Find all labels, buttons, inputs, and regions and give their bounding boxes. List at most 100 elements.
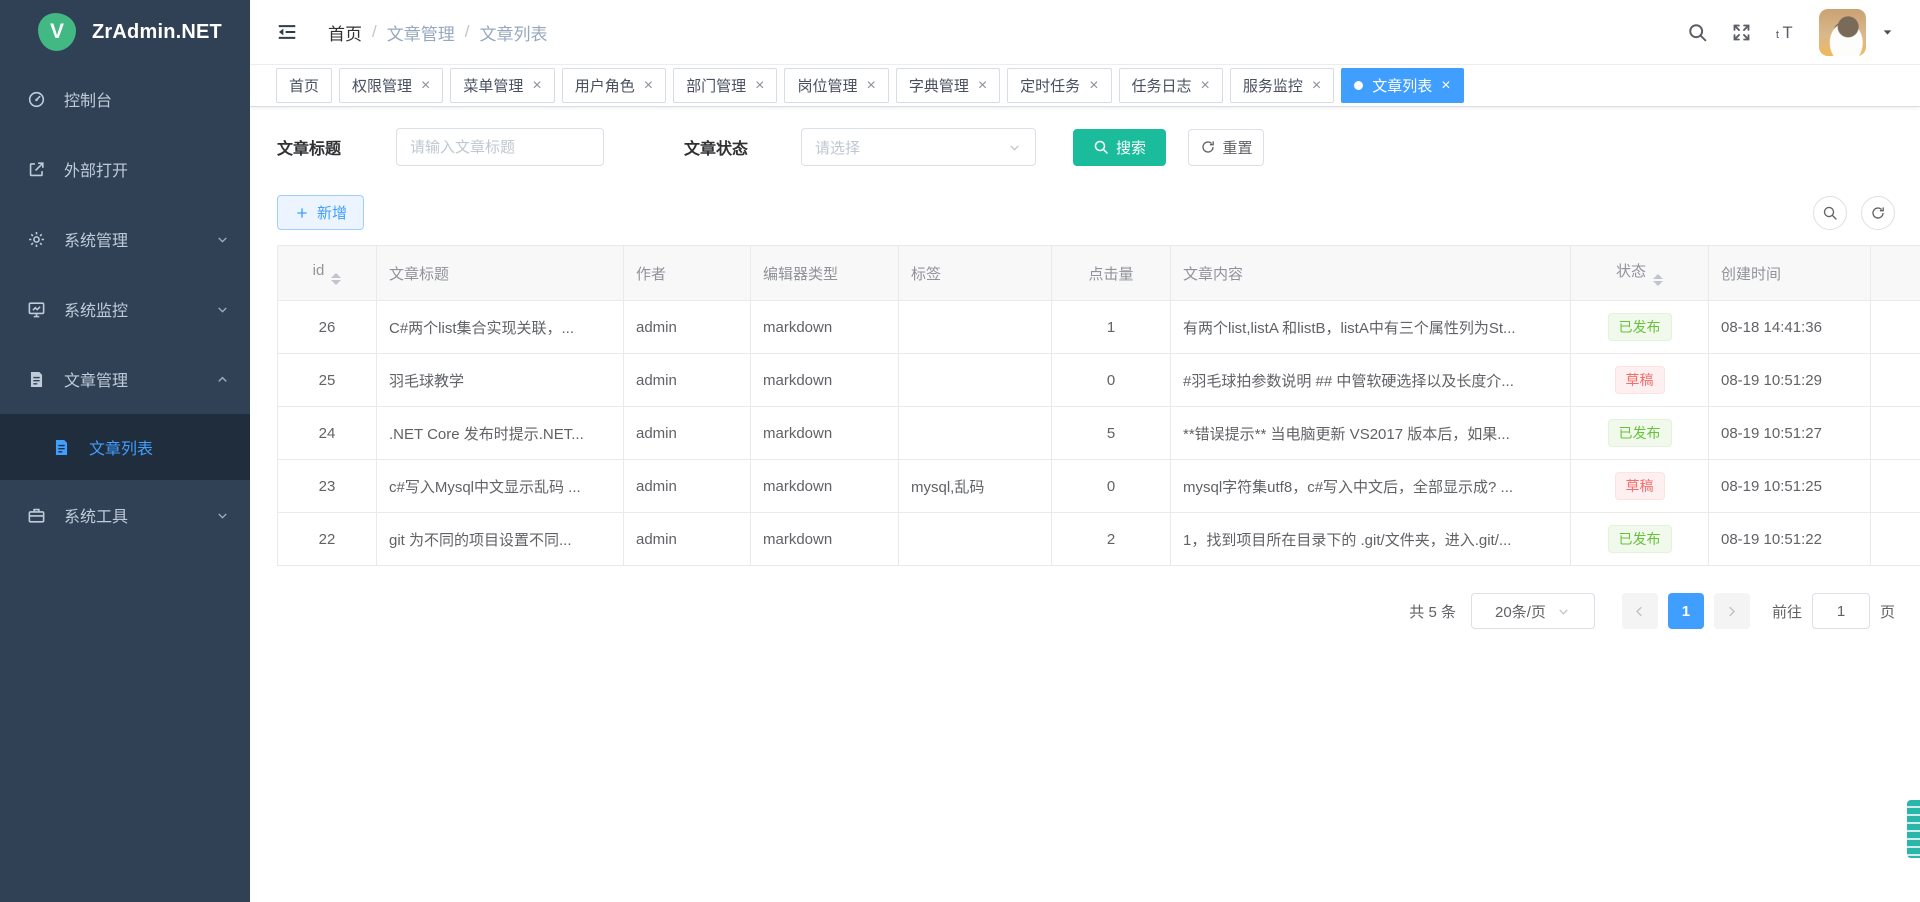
chevron-down-icon <box>215 302 230 317</box>
sidebar-item-tools[interactable]: 系统工具 <box>0 480 250 550</box>
refresh-button[interactable] <box>1861 196 1895 230</box>
chevron-down-icon <box>1556 604 1571 619</box>
column-header-id[interactable]: id <box>278 246 377 301</box>
sidebar-item-label: 文章管理 <box>64 367 128 391</box>
column-header-content: 文章内容 <box>1171 246 1571 301</box>
article-title-input[interactable] <box>396 128 604 166</box>
close-icon[interactable]: × <box>1312 78 1321 94</box>
sort-caret[interactable] <box>331 273 341 285</box>
tab-item[interactable]: 部门管理 × <box>673 68 777 103</box>
tab-item[interactable]: 菜单管理× <box>450 68 554 103</box>
status-badge: 已发布 <box>1608 313 1672 341</box>
cell-editor: markdown <box>751 513 899 566</box>
floating-handle[interactable] <box>1907 800 1920 858</box>
search-icon[interactable] <box>1687 22 1708 43</box>
logo-icon: V <box>38 13 76 51</box>
close-icon[interactable]: × <box>1201 78 1210 94</box>
tab-item[interactable]: 权限管理× <box>339 68 443 103</box>
cell-editor: markdown <box>751 407 899 460</box>
cell-tags <box>899 407 1052 460</box>
pagination: 共 5 条 20条/页 1 前往 页 <box>277 593 1895 629</box>
close-icon[interactable]: × <box>978 78 987 94</box>
page-size-select[interactable]: 20条/页 <box>1471 593 1595 629</box>
tab-item[interactable]: 文章列表 × <box>1341 68 1463 103</box>
svg-text:T: T <box>1782 22 1792 41</box>
sidebar-item-article-list[interactable]: 文章列表 <box>0 414 250 480</box>
sidebar-item-label: 外部打开 <box>64 157 128 181</box>
search-toggle-button[interactable] <box>1813 196 1847 230</box>
column-label: 点击量 <box>1088 266 1133 283</box>
status-badge: 草稿 <box>1615 472 1665 500</box>
tab-item[interactable]: 服务监控× <box>1230 68 1334 103</box>
sidebar-item-monitor[interactable]: 系统监控 <box>0 274 250 344</box>
goto-page-input[interactable] <box>1812 593 1870 629</box>
cell-editor: markdown <box>751 354 899 407</box>
app-logo[interactable]: V ZrAdmin.NET <box>0 0 250 64</box>
cell-id: 22 <box>278 513 377 566</box>
sidebar-submenu: 文章列表 <box>0 414 250 480</box>
close-icon[interactable]: × <box>866 78 875 94</box>
tab-item[interactable]: 首页 <box>276 68 332 103</box>
tab-item[interactable]: 用户角色× <box>562 68 666 103</box>
tab-item[interactable]: 任务日志× <box>1119 68 1223 103</box>
fullscreen-icon[interactable] <box>1731 22 1752 43</box>
close-icon[interactable]: × <box>1089 78 1098 94</box>
next-page-button[interactable] <box>1714 593 1750 629</box>
cell-actions: 编辑删除 <box>1871 513 1920 566</box>
tab-item[interactable]: 岗位管理× <box>784 68 888 103</box>
cell-clicks: 1 <box>1052 301 1171 354</box>
dashboard-icon <box>27 90 46 109</box>
tab-label: 部门管理 <box>686 75 746 96</box>
tab-label: 文章列表 <box>1372 75 1432 96</box>
breadcrumb-home[interactable]: 首页 <box>328 20 362 45</box>
cell-actions: 编辑删除 <box>1871 407 1920 460</box>
column-header-title: 文章标题 <box>377 246 624 301</box>
status-badge: 已发布 <box>1608 419 1672 447</box>
cell-tags: mysql,乱码 <box>899 460 1052 513</box>
close-icon[interactable]: × <box>532 78 541 94</box>
chevron-down-icon <box>1007 140 1022 155</box>
sidebar-item-external[interactable]: 外部打开 <box>0 134 250 204</box>
cell-content: mysql字符集utf8，c#写入中文后，全部显示成? ... <box>1171 460 1571 513</box>
column-label: 标签 <box>911 266 941 283</box>
tab-item[interactable]: 定时任务× <box>1007 68 1111 103</box>
cell-author: admin <box>624 301 751 354</box>
cell-created: 08-18 14:41:36 <box>1709 301 1871 354</box>
sidebar-menu: 控制台外部打开系统管理系统监控文章管理文章列表系统工具 <box>0 64 250 550</box>
close-icon[interactable]: × <box>1441 78 1450 94</box>
article-list-icon <box>52 438 71 457</box>
monitor-icon <box>27 300 46 319</box>
cell-clicks: 5 <box>1052 407 1171 460</box>
font-size-icon[interactable]: tT <box>1775 22 1796 43</box>
add-button[interactable]: 新增 <box>277 195 364 230</box>
article-status-select[interactable]: 请选择 <box>801 128 1036 166</box>
sidebar-item-label: 文章列表 <box>89 435 153 459</box>
prev-page-button[interactable] <box>1622 593 1658 629</box>
user-avatar[interactable] <box>1819 9 1866 56</box>
cell-id: 26 <box>278 301 377 354</box>
close-icon[interactable]: × <box>644 78 653 94</box>
navbar: 首页 / 文章管理 / 文章列表 tT <box>250 0 1920 65</box>
main-area: 首页 / 文章管理 / 文章列表 tT <box>250 0 1920 902</box>
chevron-down-icon[interactable] <box>1881 26 1894 39</box>
close-icon[interactable]: × <box>755 78 764 94</box>
cell-status: 已发布 <box>1571 513 1709 566</box>
tools-icon <box>27 506 46 525</box>
reset-button[interactable]: 重置 <box>1188 129 1264 166</box>
sidebar-item-system[interactable]: 系统管理 <box>0 204 250 274</box>
sidebar-item-dashboard[interactable]: 控制台 <box>0 64 250 134</box>
page-number-button[interactable]: 1 <box>1668 593 1704 629</box>
close-icon[interactable]: × <box>421 78 430 94</box>
sidebar-item-article[interactable]: 文章管理 <box>0 344 250 414</box>
chevron-up-icon <box>215 372 230 387</box>
cell-content: 有两个list,listA 和listB，listA中有三个属性列为St... <box>1171 301 1571 354</box>
column-header-status[interactable]: 状态 <box>1571 246 1709 301</box>
cell-content: 1，找到项目所在目录下的 .git/文件夹，进入.git/... <box>1171 513 1571 566</box>
search-icon <box>1093 139 1109 155</box>
search-button[interactable]: 搜索 <box>1073 129 1166 166</box>
external-icon <box>27 160 46 179</box>
column-header-tags: 标签 <box>899 246 1052 301</box>
sort-caret[interactable] <box>1653 274 1663 286</box>
sidebar-fold-icon[interactable] <box>276 21 298 43</box>
tab-item[interactable]: 字典管理× <box>896 68 1000 103</box>
